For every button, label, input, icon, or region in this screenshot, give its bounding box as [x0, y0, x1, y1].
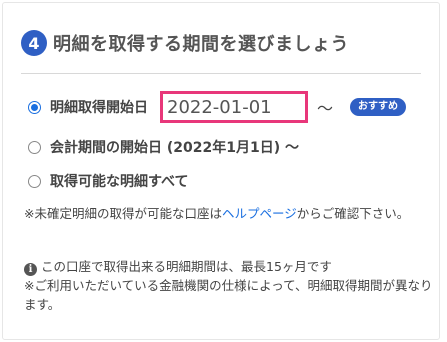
section-title: 明細を取得する期間を選びましょう: [53, 34, 349, 55]
range-tilde: 〜: [317, 99, 334, 118]
unconfirmed-note-suffix: からご確認下さい。: [296, 206, 410, 221]
period-info-line: i この口座で取得出来る明細期間は、最長15ヶ月です: [24, 257, 434, 276]
recommend-badge: おすすめ: [350, 98, 406, 116]
radio-all-available[interactable]: [28, 174, 41, 188]
option-fiscal-start[interactable]: 会計期間の開始日 (2022年1月1日) 〜: [28, 137, 299, 157]
unconfirmed-note: ※未確定明細の取得が可能な口座はヘルプページからご確認下さい。: [24, 205, 434, 223]
unconfirmed-note-prefix: ※未確定明細の取得が可能な口座は: [24, 206, 222, 221]
help-page-link[interactable]: ヘルプページ: [222, 206, 297, 221]
option-all-available-label: 取得可能な明細すべて: [50, 174, 189, 190]
section-header: 4 明細を取得する期間を選びましょう: [21, 30, 349, 56]
info-icon: i: [24, 263, 37, 276]
start-date-input[interactable]: [160, 91, 308, 123]
period-info-text: この口座で取得出来る明細期間は、最長15ヶ月です: [41, 259, 332, 274]
option-start-date[interactable]: 明細取得開始日: [28, 97, 148, 117]
radio-start-date[interactable]: [28, 100, 41, 114]
period-info-note: i この口座で取得出来る明細期間は、最長15ヶ月です ※ご利用いただいている金融機…: [24, 257, 434, 314]
header-divider: [21, 73, 421, 74]
option-fiscal-start-label: 会計期間の開始日 (2022年1月1日) 〜: [50, 140, 299, 156]
step-number-badge: 4: [21, 30, 47, 56]
period-selection-card: 4 明細を取得する期間を選びましょう 明細取得開始日 〜 おすすめ 会計期間の開…: [2, 2, 440, 340]
option-all-available[interactable]: 取得可能な明細すべて: [28, 171, 188, 191]
option-start-date-label: 明細取得開始日: [50, 100, 148, 116]
institution-note: ※ご利用いただいている金融機関の仕様によって、明細取得期間が異なります。: [24, 278, 433, 312]
radio-fiscal-start[interactable]: [28, 140, 41, 154]
